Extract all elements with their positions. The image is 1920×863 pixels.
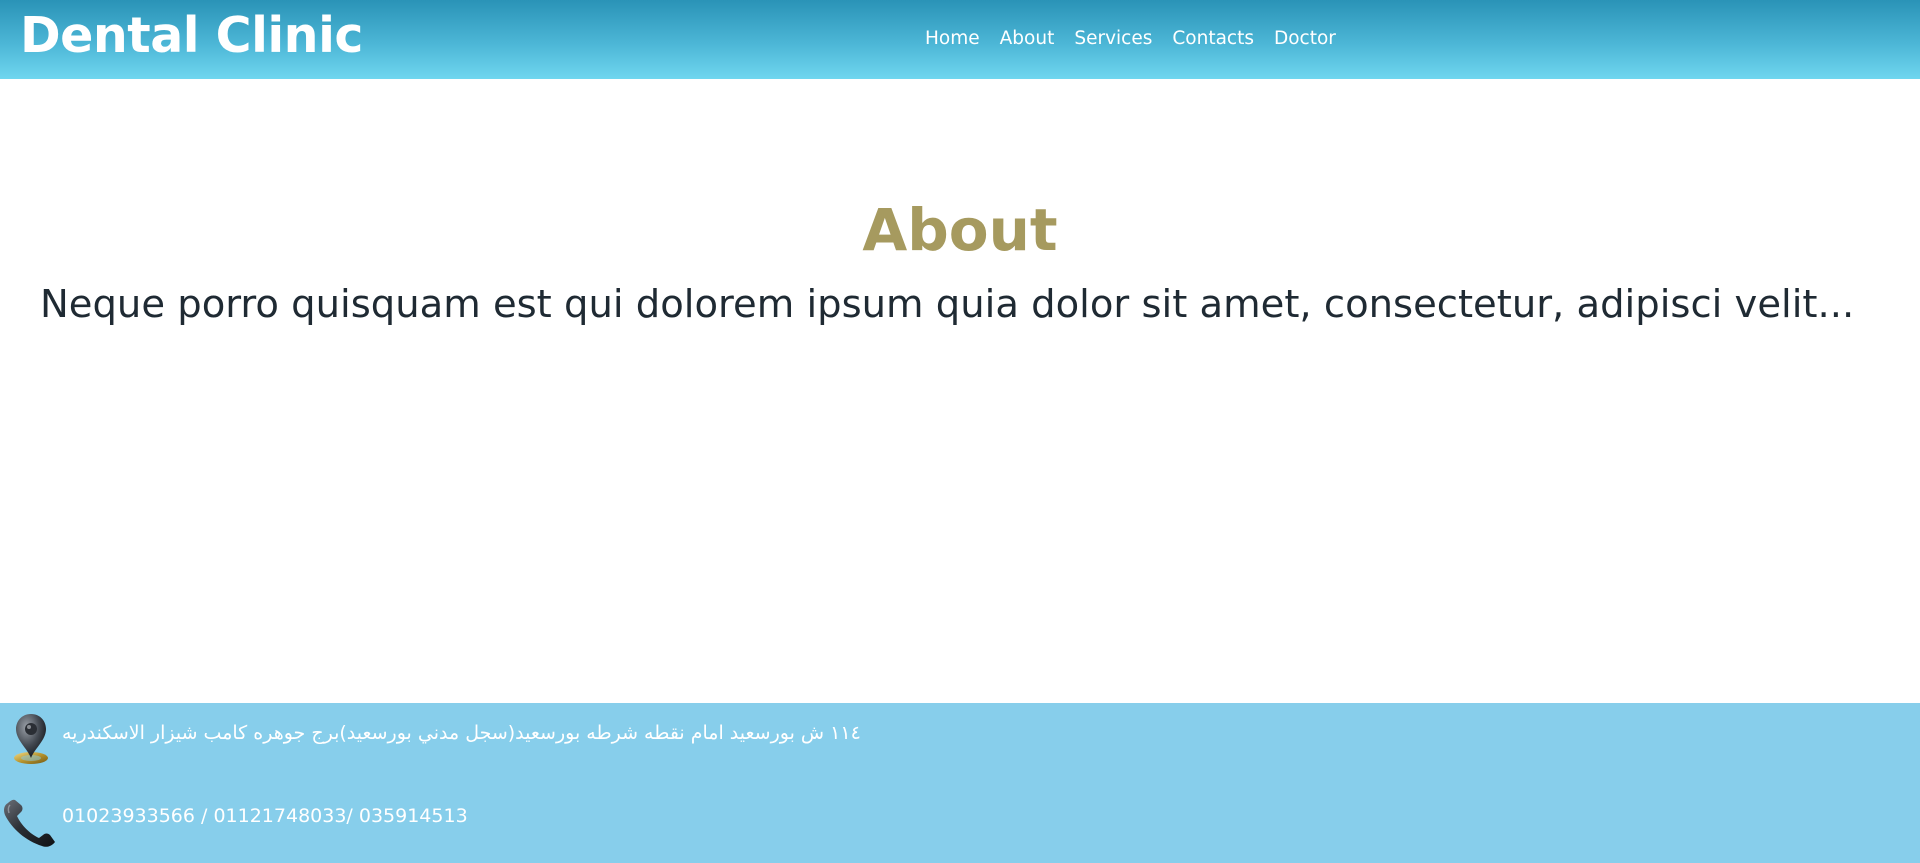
nav-about-link[interactable]: About: [1000, 28, 1055, 50]
main-nav: Home About Services Contacts Doctor: [925, 28, 1336, 50]
phone-row: 01023933566 / 01121748033/ 035914513: [0, 796, 468, 852]
phone-numbers-text: 01023933566 / 01121748033/ 035914513: [62, 805, 468, 827]
nav-doctor-link[interactable]: Doctor: [1274, 28, 1336, 50]
contact-footer: ١١٤ ش بورسعيد امام نقطه شرطه بورسعيد(سجل…: [0, 703, 1920, 863]
nav-contacts-link[interactable]: Contacts: [1172, 28, 1254, 50]
telephone-handset-icon: [0, 796, 62, 852]
nav-services-link[interactable]: Services: [1074, 28, 1152, 50]
about-paragraph: Neque porro quisquam est qui dolorem ips…: [40, 282, 1855, 327]
address-text: ١١٤ ش بورسعيد امام نقطه شرطه بورسعيد(سجل…: [62, 722, 861, 744]
location-pin-icon: [0, 711, 62, 767]
site-header: Dental Clinic Home About Services Contac…: [0, 0, 1920, 79]
about-heading: About: [862, 196, 1058, 264]
address-row: ١١٤ ش بورسعيد امام نقطه شرطه بورسعيد(سجل…: [0, 711, 861, 767]
nav-home-link[interactable]: Home: [925, 28, 980, 50]
brand-title[interactable]: Dental Clinic: [20, 4, 363, 68]
